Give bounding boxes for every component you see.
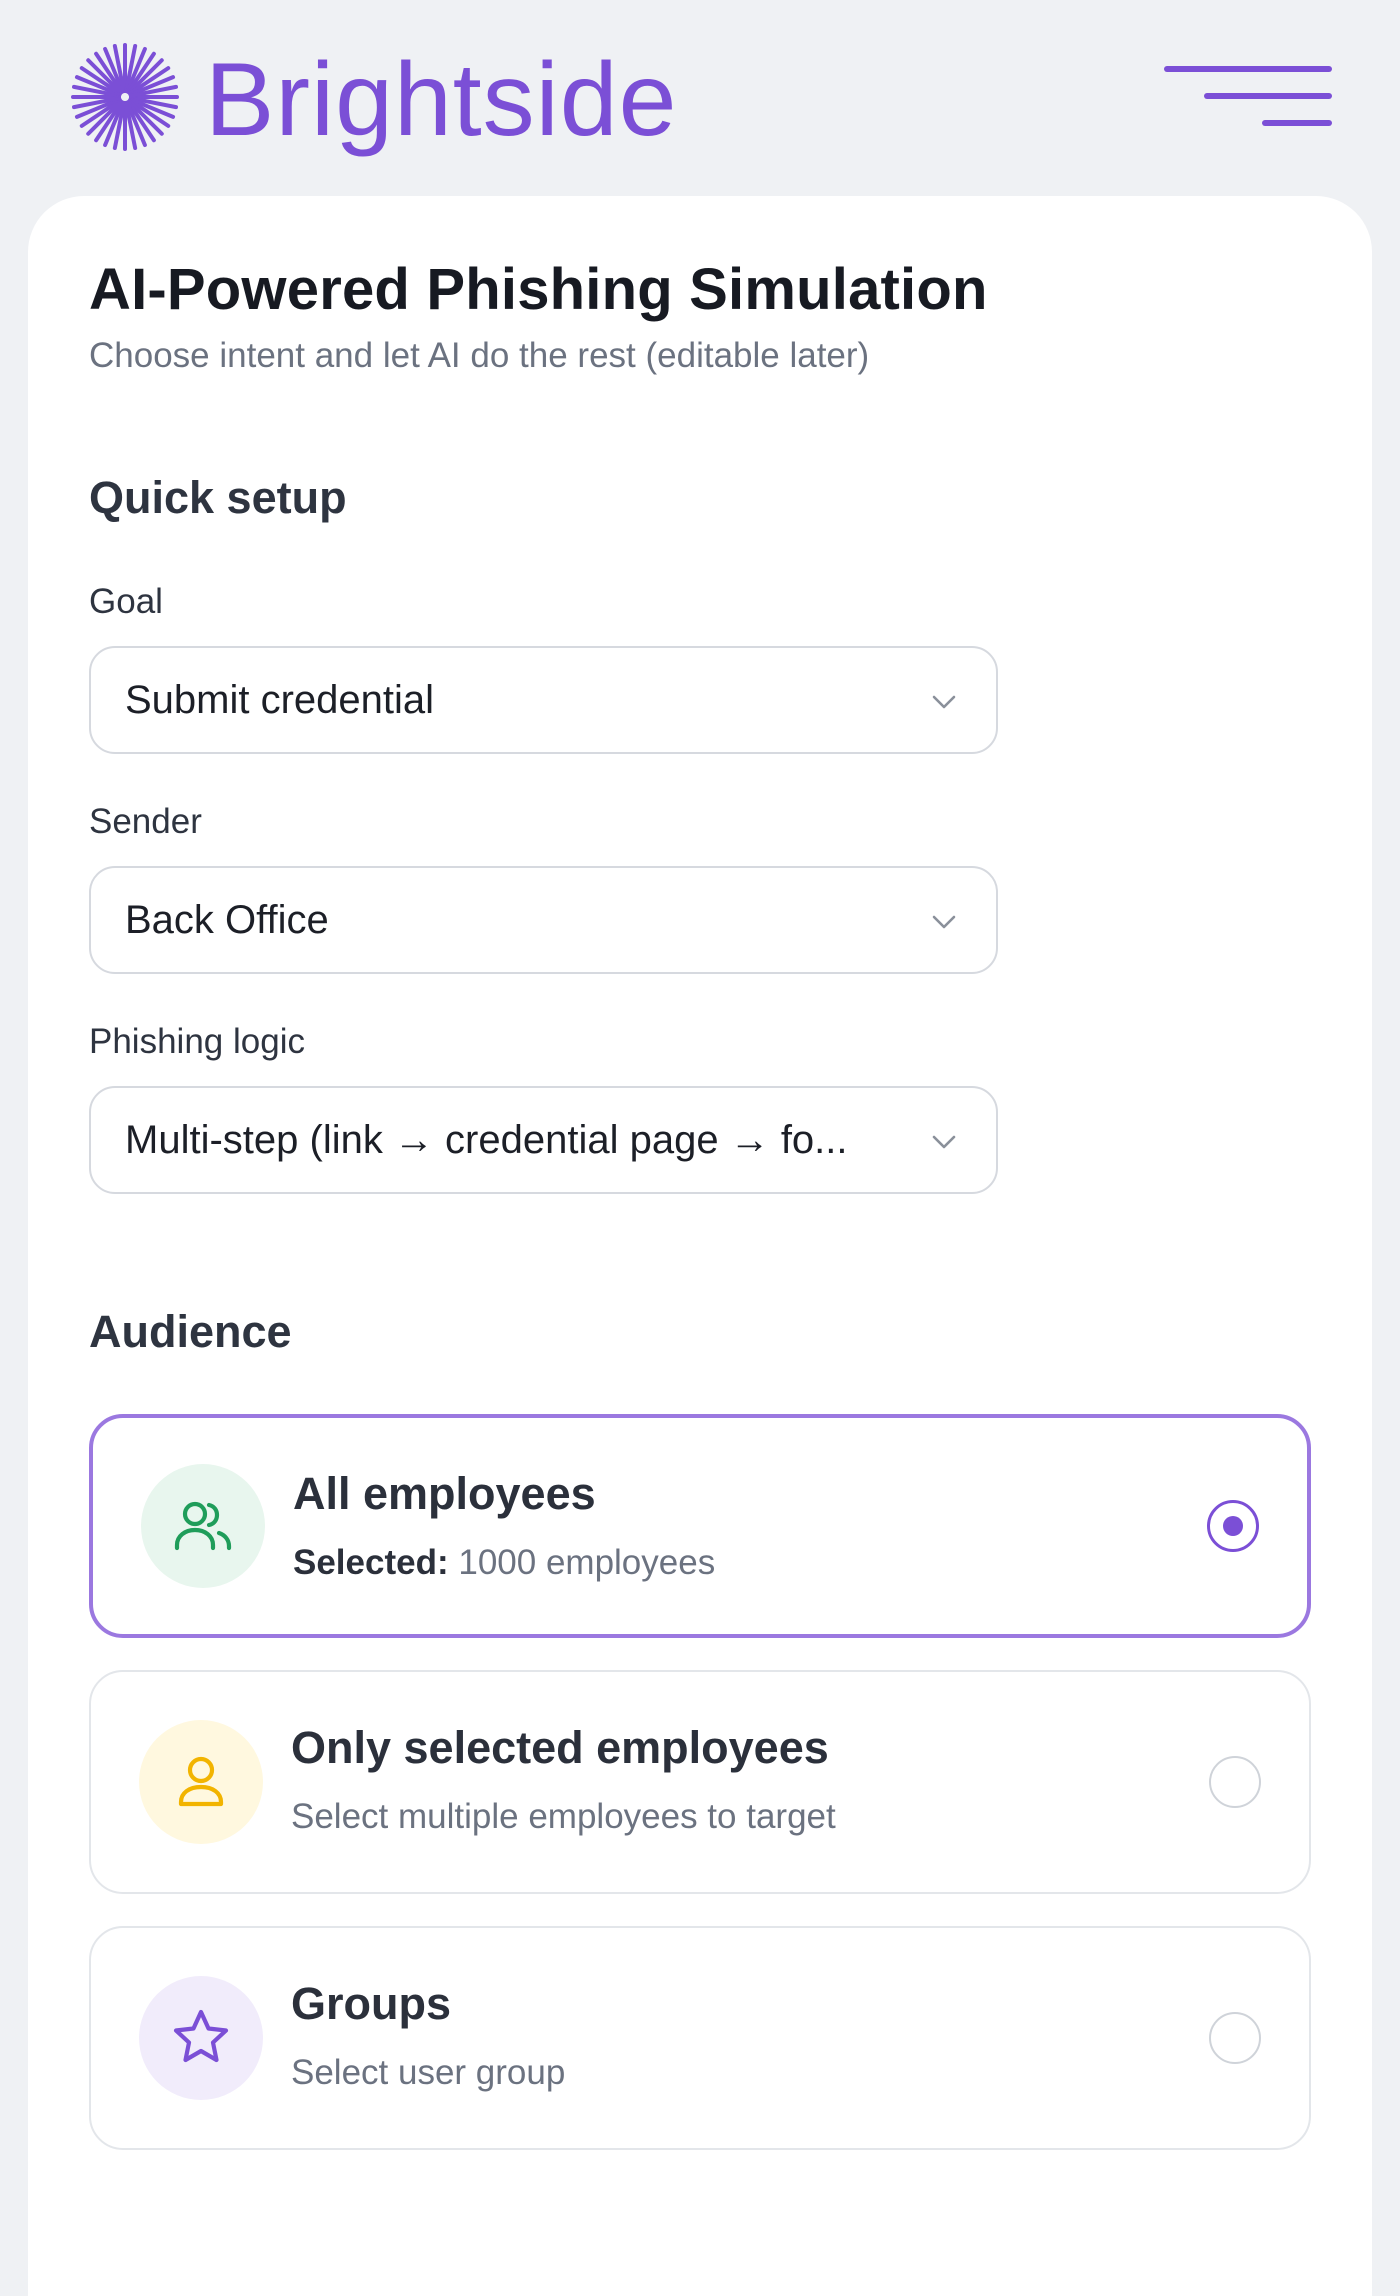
phishing-logic-select-value: Multi-step (link → credential page → fo.… — [125, 1118, 848, 1162]
radio-unselected[interactable] — [1209, 2012, 1261, 2064]
users-icon-badge — [141, 1464, 265, 1588]
chevron-down-icon — [932, 1135, 956, 1149]
hamburger-menu-icon — [1164, 66, 1332, 72]
sender-select[interactable]: Back Office — [89, 866, 998, 974]
page-subtitle: Choose intent and let AI do the rest (ed… — [89, 336, 870, 375]
option-title: All employees — [293, 1468, 596, 1519]
audience-option-all-employees[interactable]: All employees Selected: 1000 employees — [89, 1414, 1311, 1638]
simulation-card: AI-Powered Phishing Simulation Choose in… — [28, 196, 1372, 2296]
selected-count-value: 1000 employees — [458, 1543, 716, 1582]
star-icon — [173, 2009, 229, 2063]
audience-option-selected-employees[interactable]: Only selected employees Select multiple … — [89, 1670, 1311, 1894]
brand-name[interactable]: Brightside — [205, 40, 677, 160]
user-icon-badge — [139, 1720, 263, 1844]
sender-label: Sender — [89, 802, 202, 841]
radio-unselected[interactable] — [1209, 1756, 1261, 1808]
chevron-down-icon — [932, 695, 956, 709]
option-title: Groups — [291, 1978, 452, 2029]
audience-option-groups[interactable]: Groups Select user group — [89, 1926, 1311, 2150]
goal-label: Goal — [89, 582, 163, 621]
audience-title: Audience — [89, 1306, 292, 1357]
user-icon — [178, 1756, 224, 1807]
phishing-logic-select[interactable]: Multi-step (link → credential page → fo.… — [89, 1086, 998, 1194]
users-icon — [174, 1501, 232, 1551]
goal-select-value: Submit credential — [125, 678, 435, 722]
app-header: Brightside — [0, 0, 1400, 196]
hamburger-menu-button[interactable] — [1160, 62, 1336, 130]
radio-selected[interactable] — [1207, 1500, 1259, 1552]
sender-select-value: Back Office — [125, 898, 329, 942]
page-title: AI-Powered Phishing Simulation — [89, 257, 988, 322]
star-icon-badge — [139, 1976, 263, 2100]
option-subtitle: Select multiple employees to target — [291, 1797, 836, 1836]
option-subtitle: Select user group — [291, 2053, 566, 2092]
selected-count-label: Selected: — [293, 1543, 449, 1582]
goal-select[interactable]: Submit credential — [89, 646, 998, 754]
chevron-down-icon — [932, 915, 956, 929]
phishing-logic-label: Phishing logic — [89, 1022, 305, 1061]
quick-setup-title: Quick setup — [89, 472, 347, 523]
option-subtitle: Selected: 1000 employees — [293, 1543, 715, 1583]
option-title: Only selected employees — [291, 1722, 829, 1773]
sunburst-logo-icon[interactable] — [70, 42, 180, 152]
